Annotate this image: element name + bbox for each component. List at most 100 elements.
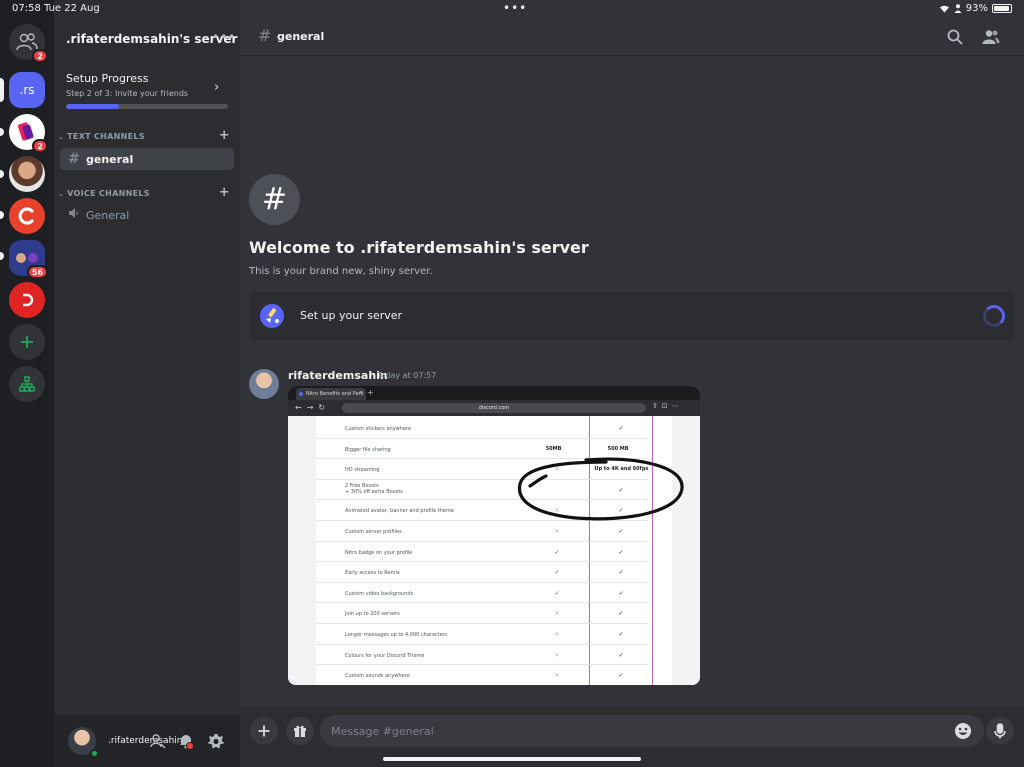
feature-name: Longer messages up to 4,000 characters [345,632,448,638]
home-indicator[interactable] [383,757,641,761]
message-author[interactable]: rifaterdemsahin [288,369,388,382]
image-attachment[interactable]: Nitro Benefits and Perk ✕ + ←→↻ discord.… [288,386,700,685]
server-3[interactable] [9,156,45,192]
channel-title: general [277,30,325,43]
server-rs-label: .rs [19,83,35,97]
table-row: Early access to Remix ✓ ✓ [316,562,648,583]
nitro-value: ✓ [618,528,624,535]
setup-progress-bar [66,104,228,109]
unread-pill [0,211,4,219]
message-composer [240,707,1024,767]
speaker-icon [66,207,82,223]
welcome-hash-icon: # [249,174,300,225]
feature-name: Join up to 200 servers [345,611,400,618]
feature-name: Custom video backgrounds [345,590,414,597]
page-margin [288,416,316,685]
table-row: Join up to 200 servers ✕ ✓ [316,603,648,624]
feature-name: Custom server profiles [345,529,402,535]
setup-server-card[interactable]: Set up your server [249,292,1015,340]
settings-gear-icon[interactable] [208,733,224,749]
nitro-value: ✓ [618,589,624,597]
server-4[interactable] [9,198,45,234]
person-icon [954,4,962,13]
folder-avatars-icon [16,253,38,263]
avatar[interactable] [249,369,279,399]
table-row: Custom stickers anywhere ✓ [316,418,648,439]
feature-name: HD streaming [345,467,380,474]
server-options-icon[interactable]: ••• [212,30,236,44]
setup-progress-subtitle: Step 2 of 3: Invite your friends [66,89,189,98]
username[interactable]: .rifaterdemsahin [108,736,182,746]
plus-icon [21,336,33,348]
channel-general[interactable]: # general [60,148,234,170]
server-rail: 2 .rs 2 56 [0,0,54,767]
user-panel: .rifaterdemsahin [54,715,240,767]
add-voice-channel-icon[interactable]: + [219,185,230,200]
dm-badge: 2 [32,49,48,63]
multitasking-dots-icon[interactable]: ••• [503,1,527,15]
feature-name: Bigger file sharing [345,446,391,453]
explore-servers-button[interactable] [9,366,45,402]
basic-value: 50MB [545,445,562,452]
voice-channel-general[interactable]: General [60,204,234,226]
server-2[interactable]: 2 [9,114,48,153]
nitro-comparison-table: Custom stickers anywhere ✓ Bigger file sha… [288,416,700,685]
gift-button[interactable] [286,717,314,745]
chat-area: # general # Welcome to .rifaterdemsahin'… [240,0,1024,767]
feature-name: Custom stickers anywhere [345,426,412,432]
welcome-title: Welcome to .rifaterdemsahin's server [249,238,589,257]
text-channels-label: TEXT CHANNELS [67,132,145,141]
feature-name: Animated avatar, banner and profile them… [345,508,454,515]
browser-url: discord.com [342,403,646,413]
server-rs[interactable]: .rs [9,72,45,108]
unread-pill [0,170,4,178]
members-icon[interactable] [982,28,1000,46]
search-icon[interactable] [946,28,964,46]
channel-header: # general [240,20,1024,56]
notification-bell-icon[interactable] [178,733,194,749]
battery-icon [992,4,1012,13]
ios-status-bar: 07:58 Tue 22 Aug ••• 93% [0,0,1024,18]
server-6[interactable] [9,282,45,318]
emoji-icon[interactable] [954,722,972,740]
find-friends-icon[interactable] [150,733,166,749]
hash-icon: # [258,26,272,45]
direct-messages-button[interactable]: 2 [9,24,48,63]
basic-value: ✕ [554,651,560,659]
unread-pill [0,128,4,136]
basic-value: ✕ [554,528,560,535]
microphone-icon [994,723,1006,739]
status-date: Tue 22 Aug [44,3,100,14]
hand-drawn-circle-annotation [517,457,684,521]
nitro-value: ✓ [618,548,624,556]
feature-name: Custom sounds anywhere [345,673,410,680]
browser-tab: Nitro Benefits and Perk [296,388,366,400]
text-channels-category[interactable]: ⌄ TEXT CHANNELS + [58,128,236,143]
welcome-subtitle: This is your brand new, shiny server. [249,266,433,277]
nitro-value: ✓ [618,672,624,680]
chevron-down-icon: ⌄ [58,132,65,141]
setup-brush-icon [260,304,284,328]
selected-server-pill [0,78,4,102]
hub-icon [19,376,35,392]
voice-message-button[interactable] [986,717,1014,745]
setup-progress[interactable]: Setup Progress Step 2 of 3: Invite your … [66,72,230,109]
table-row: Colours for your Discord Theme ✕ ✓ [316,645,648,666]
browser-nav-icons: ←→↻ [295,403,331,412]
close-icon: ✕ [359,390,364,396]
voice-channels-category[interactable]: ⌄ VOICE CHANNELS + [58,185,236,200]
add-attachment-button[interactable] [250,717,278,745]
basic-value: ✓ [554,569,560,577]
server-name[interactable]: .rifaterdemsahin's server [66,32,237,46]
table-row: Custom video backgrounds ✓ ✓ [316,583,648,604]
c-logo-icon [18,207,34,225]
add-server-button[interactable] [9,324,45,360]
browser-tab-strip: Nitro Benefits and Perk ✕ + [288,386,700,400]
message-input[interactable] [320,715,984,747]
setup-progress-title: Setup Progress [66,72,149,85]
add-text-channel-icon[interactable]: + [219,128,230,143]
basic-value: ✓ [554,589,560,597]
server-2-badge: 2 [32,139,48,153]
chevron-right-icon[interactable]: › [214,80,219,95]
server-folder[interactable]: 56 [9,240,48,279]
